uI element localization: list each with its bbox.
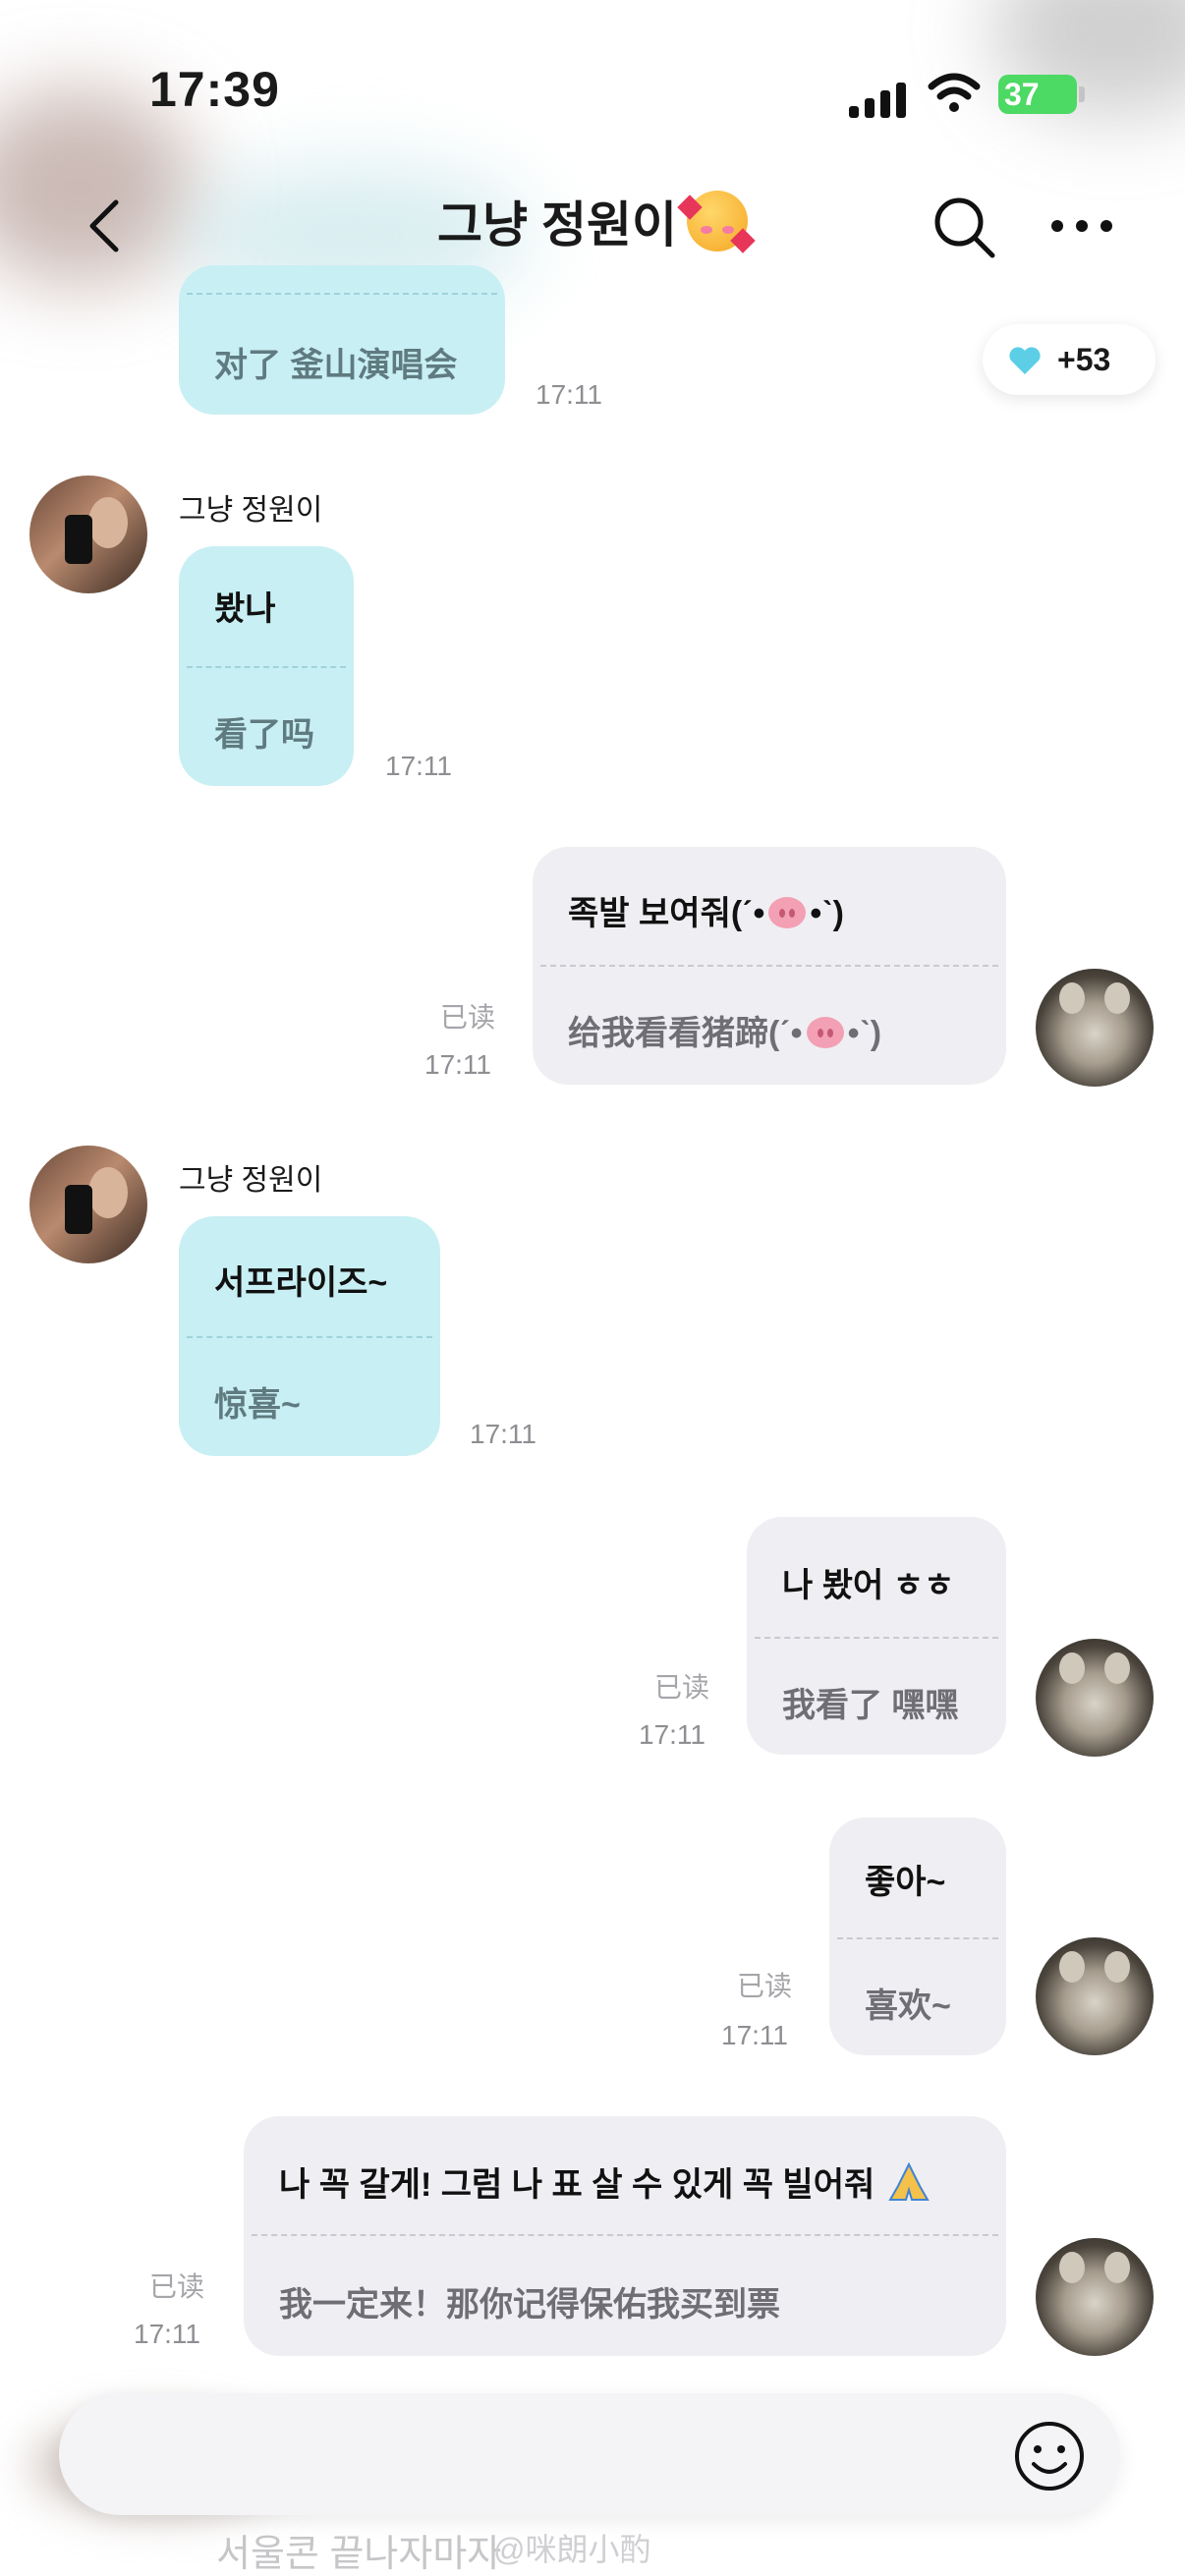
message-translation: 喜欢~ bbox=[865, 1988, 951, 2025]
message-text-part: 给我看看猪蹄(ˊ• bbox=[568, 1015, 803, 1052]
signal-icon bbox=[849, 79, 908, 118]
message-bubble[interactable]: 서프라이즈~ 惊喜~ bbox=[179, 1216, 440, 1456]
message-time: 17:11 bbox=[721, 2020, 788, 2050]
message-text-part: 족발 보여줘(ˊ• bbox=[568, 895, 765, 932]
message-text: 나 봤어 ㅎㅎ bbox=[782, 1567, 955, 1604]
read-receipt: 已读 bbox=[654, 1672, 710, 1703]
message-text: 서프라이즈~ bbox=[214, 1264, 388, 1302]
message-translation: 看了吗 bbox=[214, 716, 314, 754]
message-time: 17:11 bbox=[639, 1719, 705, 1750]
message-translation: 我看了 嘿嘿 bbox=[782, 1687, 959, 1724]
wifi-icon bbox=[928, 73, 981, 112]
battery-icon: 37 bbox=[998, 75, 1077, 114]
folded-hands-icon bbox=[887, 2161, 930, 2201]
message-time: 17:11 bbox=[424, 1049, 491, 1080]
read-receipt: 已读 bbox=[440, 1002, 496, 1033]
message-bubble[interactable]: 나 꼭 갈게! 그럼 나 표 살 수 있게 꼭 빌어줘 我一定来！那你记得保佑我… bbox=[244, 2116, 1006, 2356]
message-text: 나 꼭 갈게! 그럼 나 표 살 수 있게 꼭 빌어줘 bbox=[279, 2157, 933, 2206]
pig-nose-icon bbox=[768, 897, 807, 928]
message-time: 17:11 bbox=[385, 751, 452, 781]
message-time: 17:11 bbox=[536, 379, 602, 410]
message-text: 족발 보여줘(ˊ• •ˋ) bbox=[568, 886, 844, 934]
battery-tip bbox=[1079, 86, 1085, 102]
emoji-button[interactable] bbox=[1012, 2419, 1087, 2493]
message-text: 봤나 bbox=[214, 590, 276, 628]
faded-message-preview: 서울콘 끝나자마자 bbox=[216, 2534, 502, 2575]
message-bubble[interactable]: 对了 釜山演唱会 bbox=[179, 265, 505, 415]
status-bar: 17:39 37 bbox=[0, 0, 1185, 305]
message-bubble[interactable]: 나 봤어 ㅎㅎ 我看了 嘿嘿 bbox=[747, 1517, 1006, 1755]
message-bubble[interactable]: 봤나 看了吗 bbox=[179, 546, 354, 786]
message-translation: 惊喜~ bbox=[214, 1386, 301, 1424]
heart-icon bbox=[1009, 347, 1041, 374]
battery-level: 37 bbox=[1004, 77, 1040, 112]
more-options-button[interactable] bbox=[1047, 206, 1116, 246]
message-bubble[interactable]: 족발 보여줘(ˊ• •ˋ) 给我看看猪蹄(ˊ• •ˋ) bbox=[533, 847, 1006, 1085]
my-avatar[interactable] bbox=[1036, 1639, 1154, 1757]
chat-title-text: 그냥 정원이 bbox=[437, 197, 677, 252]
contact-avatar[interactable] bbox=[29, 476, 147, 593]
my-avatar[interactable] bbox=[1036, 969, 1154, 1087]
my-avatar[interactable] bbox=[1036, 1937, 1154, 2055]
message-text: 좋아~ bbox=[865, 1864, 946, 1901]
message-input[interactable] bbox=[59, 2393, 1120, 2515]
message-text: 对了 釜山演唱会 bbox=[214, 347, 458, 384]
message-text-part: 나 꼭 갈게! 그럼 나 표 살 수 있게 꼭 빌어줘 bbox=[279, 2166, 875, 2204]
smiling-face-with-hearts-icon bbox=[677, 191, 756, 253]
pig-nose-icon bbox=[806, 1017, 844, 1048]
like-badge[interactable]: +53 bbox=[983, 324, 1156, 395]
message-time: 17:11 bbox=[134, 2319, 200, 2349]
my-avatar[interactable] bbox=[1036, 2238, 1154, 2356]
read-receipt: 已读 bbox=[737, 1971, 793, 2001]
like-count: +53 bbox=[1057, 342, 1111, 377]
message-translation: 给我看看猪蹄(ˊ• •ˋ) bbox=[568, 1006, 881, 1054]
sender-name: 그냥 정원이 bbox=[179, 494, 323, 527]
contact-avatar[interactable] bbox=[29, 1146, 147, 1263]
sender-name: 그냥 정원이 bbox=[179, 1164, 323, 1197]
message-text-part: •ˋ) bbox=[810, 895, 844, 932]
status-time: 17:39 bbox=[149, 62, 280, 117]
read-receipt: 已读 bbox=[149, 2271, 205, 2302]
message-time: 17:11 bbox=[470, 1419, 536, 1449]
chat-title: 그냥 정원이 bbox=[0, 190, 1185, 260]
watermark: @咪朗小酌 bbox=[493, 2532, 651, 2567]
search-button[interactable] bbox=[930, 193, 998, 261]
message-bubble[interactable]: 좋아~ 喜欢~ bbox=[829, 1818, 1006, 2055]
message-translation: 我一定来！那你记得保佑我买到票 bbox=[279, 2286, 780, 2324]
message-text-part: •ˋ) bbox=[847, 1015, 882, 1052]
